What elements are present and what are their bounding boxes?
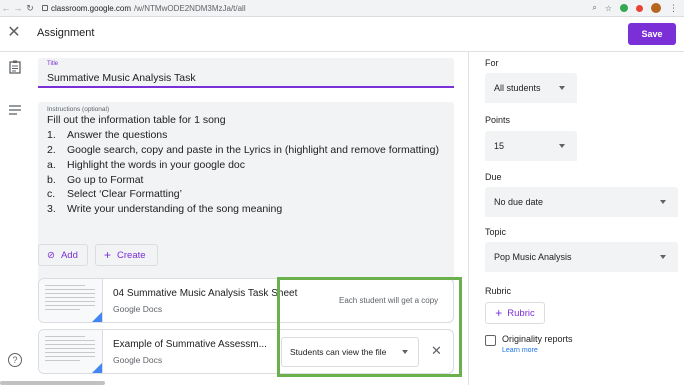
plus-icon: +: [495, 306, 503, 320]
chevron-down-icon: [559, 86, 565, 90]
reload-icon[interactable]: ↻: [24, 3, 36, 14]
menu-icon[interactable]: ⋮: [669, 3, 678, 14]
due-label: Due: [485, 172, 502, 182]
instruction-line: b. Go up to Format: [47, 174, 144, 186]
learn-more-link[interactable]: Learn more: [502, 347, 538, 354]
points-select[interactable]: 15: [485, 131, 577, 161]
title-label: Title: [47, 61, 59, 67]
extension-icon[interactable]: [636, 4, 643, 12]
instruction-line: 1. Answer the questions: [47, 129, 168, 141]
chevron-down-icon: [559, 144, 565, 148]
avatar[interactable]: [651, 3, 661, 13]
forward-icon[interactable]: →: [12, 3, 24, 13]
for-select[interactable]: All students: [485, 73, 577, 103]
doc-thumbnail: [39, 279, 103, 322]
originality-label: Originality reports: [502, 334, 573, 344]
instruction-line: Fill out the information table for 1 son…: [47, 114, 226, 126]
star-icon[interactable]: ☆: [605, 4, 612, 13]
for-label: For: [485, 58, 499, 68]
instructions-label: Instructions (optional): [47, 106, 110, 113]
highlight-box: [277, 277, 462, 377]
paperclip-icon: ⊘: [47, 249, 55, 261]
settings-panel: For All students Points 15 Due No due da…: [468, 52, 684, 385]
instruction-line: 3. Write your understanding of the song m…: [47, 203, 283, 215]
extension-icon[interactable]: [620, 4, 628, 12]
chevron-down-icon: [660, 255, 666, 259]
url-host: classroom.google.com: [51, 3, 132, 13]
help-icon[interactable]: ?: [8, 353, 22, 367]
topic-label: Topic: [485, 227, 507, 237]
browser-toolbar: ← → ↻ classroom.google.com/w/NTMwODE2NDM…: [0, 0, 684, 17]
app-header: ✕ Assignment Save: [0, 17, 684, 52]
search-icon[interactable]: ⌕: [592, 3, 596, 13]
originality-checkbox[interactable]: [485, 335, 496, 346]
google-docs-icon: [90, 363, 102, 373]
title-value[interactable]: Summative Music Analysis Task: [47, 72, 196, 84]
attachment-type: Google Docs: [113, 304, 163, 314]
attachment-name[interactable]: Example of Summative Assessm...: [113, 339, 267, 350]
horizontal-scrollbar[interactable]: [0, 381, 105, 385]
lock-icon: [42, 5, 48, 11]
page-title: Assignment: [37, 27, 95, 39]
points-label: Points: [485, 115, 511, 125]
attachment-type: Google Docs: [113, 355, 163, 365]
add-button[interactable]: ⊘ Add: [38, 244, 88, 266]
address-bar[interactable]: classroom.google.com/w/NTMwODE2NDM3MzJa/…: [42, 4, 246, 13]
instruction-line: a. Highlight the words in your google doc: [47, 159, 246, 171]
url-path: /w/NTMwODE2NDM3MzJa/t/all: [134, 3, 246, 13]
plus-icon: +: [104, 248, 112, 262]
rubric-label: Rubric: [485, 286, 512, 296]
instruction-line: c. Select ‘Clear Formatting’: [47, 188, 182, 200]
doc-thumbnail: [39, 330, 103, 373]
chevron-down-icon: [660, 200, 666, 204]
create-button[interactable]: + Create: [95, 244, 158, 266]
topic-select[interactable]: Pop Music Analysis: [485, 242, 678, 272]
back-icon[interactable]: ←: [0, 3, 12, 13]
attachment-name[interactable]: 04 Summative Music Analysis Task Sheet: [113, 288, 297, 299]
close-icon[interactable]: ✕: [6, 25, 22, 41]
save-button[interactable]: Save: [628, 23, 676, 45]
instruction-line: 2. Google search, copy and paste in the L…: [47, 144, 439, 156]
due-select[interactable]: No due date: [485, 187, 678, 217]
google-docs-icon: [90, 312, 102, 322]
title-field[interactable]: Title Summative Music Analysis Task: [38, 58, 454, 88]
rubric-button[interactable]: + Rubric: [485, 302, 545, 324]
